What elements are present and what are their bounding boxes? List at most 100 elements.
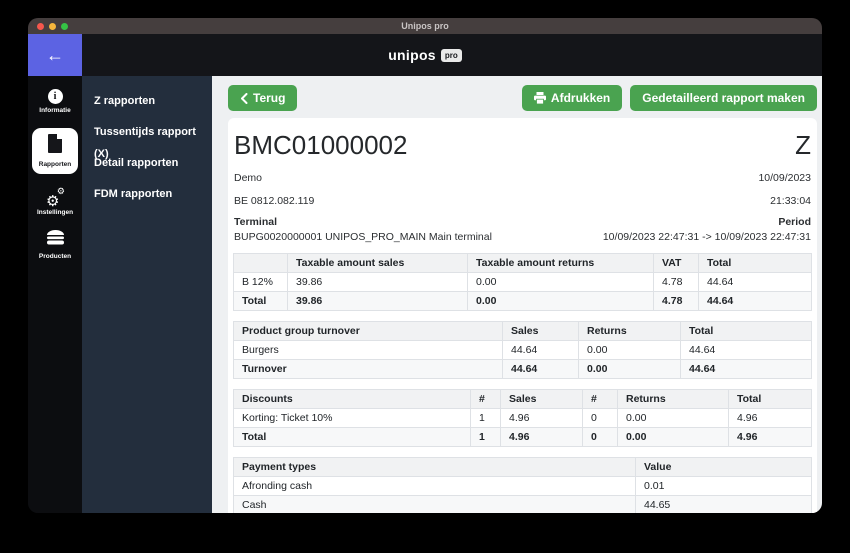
table-cell: B 12% (233, 272, 288, 292)
info-icon: i (47, 89, 63, 104)
table-cell: Turnover (233, 359, 503, 379)
chevron-left-icon (240, 92, 248, 104)
report-table: Discounts # Sales # Returns Total Korting: Tic… (233, 389, 812, 447)
menu-item-tussentijds-rapport[interactable]: Tussentijds rapport (X) (82, 121, 212, 160)
table-cell: Cash (233, 495, 636, 513)
report-table: Payment types Value Afronding cash 0.01 Cash… (233, 457, 812, 513)
company-name: Demo (234, 172, 263, 184)
table-header-row: Discounts # Sales # Returns Total (233, 389, 812, 409)
column-header: Taxable amount sales (287, 253, 468, 273)
report-card: BMC01000002 Z Demo 10/09/2023 BE 0812.08… (228, 118, 817, 513)
window-title: Unipos pro (401, 21, 449, 31)
sidebar-item-instellingen[interactable]: ⚙ ⚙ Instellingen (31, 186, 79, 217)
table-row: Cash 44.65 (233, 495, 812, 513)
table-cell: 4.96 (500, 408, 583, 428)
gedetailleerd-rapport-button[interactable]: Gedetailleerd rapport maken (630, 85, 817, 111)
logo-pro-badge: pro (440, 48, 462, 62)
table-cell: 44.64 (698, 272, 812, 292)
table-header-row: Payment types Value (233, 457, 812, 477)
column-header: VAT (653, 253, 699, 273)
burger-icon (46, 230, 64, 250)
column-header: Product group turnover (233, 321, 503, 341)
table-row: Afronding cash 0.01 (233, 476, 812, 496)
table-cell: 0.00 (467, 291, 654, 311)
table-cell: 0 (582, 427, 618, 447)
table-cell: 1 (470, 408, 501, 428)
report-time: 21:33:04 (770, 195, 811, 207)
column-header: Sales (502, 321, 579, 341)
main-area: i Informatie Rapporten ⚙ ⚙ Instellingen (28, 76, 822, 513)
afdrukken-button[interactable]: Afdrukken (521, 85, 623, 111)
sidebar-item-rapporten[interactable]: Rapporten (32, 128, 78, 174)
table-cell: 4.96 (728, 408, 812, 428)
report-type-badge: Z (795, 130, 811, 160)
column-header: # (582, 389, 618, 409)
sidebar-item-label: Informatie (39, 107, 71, 114)
table-cell: 44.64 (502, 359, 579, 379)
table-cell: 0.00 (467, 272, 654, 292)
gears-icon: ⚙ ⚙ (46, 186, 65, 210)
table-cell: 0 (582, 408, 618, 428)
table-cell: 0.00 (578, 340, 681, 360)
menu-item-z-rapporten[interactable]: Z rapporten (82, 90, 212, 121)
period-value: 10/09/2023 22:47:31 -> 10/09/2023 22:47:… (602, 231, 811, 243)
table-row: Total 39.86 0.00 4.78 44.64 (233, 291, 812, 311)
table-cell: 4.78 (653, 272, 699, 292)
table-cell: 44.64 (680, 340, 812, 360)
menu-item-fdm-rapporten[interactable]: FDM rapporten (82, 183, 212, 214)
table-row: Burgers 44.64 0.00 44.64 (233, 340, 812, 360)
sidebar-item-producten[interactable]: Producten (31, 230, 79, 260)
app-logo: unipos pro (28, 34, 822, 76)
table-cell: 1 (470, 427, 501, 447)
app-window: Unipos pro ← unipos pro i Informatie Rap… (28, 18, 822, 513)
table-row: Total 1 4.96 0 0.00 4.96 (233, 427, 812, 447)
report-table: Product group turnover Sales Returns Total B… (233, 321, 812, 379)
column-header: Taxable amount returns (467, 253, 654, 273)
table-cell: 0.00 (617, 408, 729, 428)
table-cell: 0.01 (635, 476, 812, 496)
gedetailleerd-rapport-button-label: Gedetailleerd rapport maken (642, 91, 805, 105)
table-cell: 44.64 (502, 340, 579, 360)
report-title: BMC01000002 (234, 130, 408, 160)
table-cell: Korting: Ticket 10% (233, 408, 471, 428)
sidebar-item-label: Producten (38, 253, 72, 260)
report-table: Taxable amount sales Taxable amount retur… (233, 253, 812, 311)
table-row: Korting: Ticket 10% 1 4.96 0 0.00 4.96 (233, 408, 812, 428)
table-cell: Burgers (233, 340, 503, 360)
table-cell: 44.64 (698, 291, 812, 311)
column-header: Sales (500, 389, 583, 409)
terug-button[interactable]: Terug (228, 85, 298, 111)
product-group-table: Product group turnover Sales Returns Total B… (233, 321, 812, 379)
column-header: Returns (617, 389, 729, 409)
column-header: Returns (578, 321, 681, 341)
logo-text: unipos (388, 47, 436, 63)
table-cell: 4.96 (500, 427, 583, 447)
column-header: Total (728, 389, 812, 409)
table-row: Turnover 44.64 0.00 44.64 (233, 359, 812, 379)
vat-table: Taxable amount sales Taxable amount retur… (233, 253, 812, 311)
table-cell: 39.86 (287, 291, 468, 311)
column-header: Total (698, 253, 812, 273)
toolbar: Terug Afdrukken Gedetailleerd rapport ma… (228, 85, 817, 111)
table-cell: 39.86 (287, 272, 468, 292)
column-header: Total (680, 321, 812, 341)
column-header: Payment types (233, 457, 636, 477)
payment-types-table: Payment types Value Afronding cash 0.01 Cash… (233, 457, 812, 513)
column-header (233, 253, 288, 273)
table-cell: 44.64 (680, 359, 812, 379)
period-label: Period (778, 216, 811, 228)
table-row: B 12% 39.86 0.00 4.78 44.64 (233, 272, 812, 292)
printer-icon (533, 92, 546, 104)
table-cell: Total (233, 291, 288, 311)
terug-button-label: Terug (253, 91, 286, 105)
sidebar-item-informatie[interactable]: i Informatie (31, 89, 79, 114)
table-cell: 4.96 (728, 427, 812, 447)
menu-item-detail-rapporten[interactable]: Detail rapporten (82, 152, 212, 183)
sidebar-item-label: Instellingen (36, 209, 74, 216)
table-header-row: Product group turnover Sales Returns Total (233, 321, 812, 341)
terminal-value: BUPG0020000001 UNIPOS_PRO_MAIN Main term… (234, 231, 492, 243)
afdrukken-button-label: Afdrukken (550, 91, 611, 105)
table-cell: Afronding cash (233, 476, 636, 496)
vat-number: BE 0812.082.119 (234, 195, 315, 207)
terminal-label: Terminal (234, 216, 277, 228)
